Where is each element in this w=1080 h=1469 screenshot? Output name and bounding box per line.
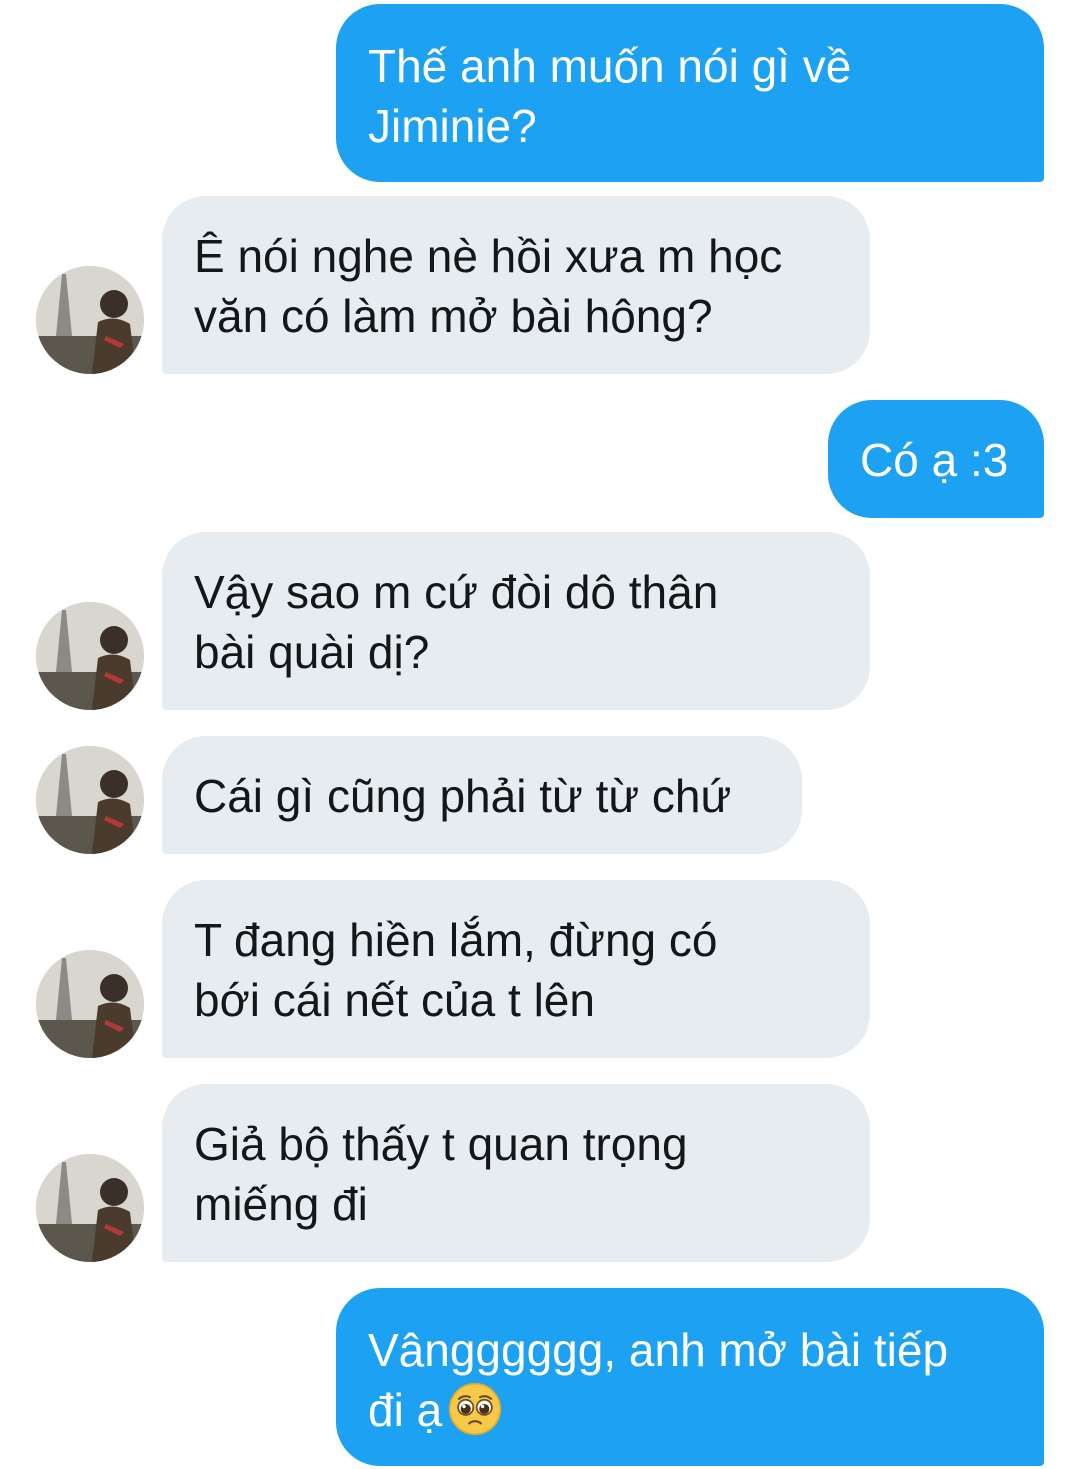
contact-avatar[interactable]: [36, 1154, 144, 1262]
message-line-with-emoji: đi ạ: [368, 1380, 1014, 1440]
message-line: miếng đi: [194, 1178, 368, 1230]
contact-avatar[interactable]: [36, 746, 144, 854]
avatar-photo-icon: [36, 746, 144, 854]
chat-thread: Thế anh muốn nói gì về Jiminie? Ê nói ng…: [0, 0, 1080, 1469]
message-line: Jiminie?: [368, 100, 537, 152]
contact-avatar[interactable]: [36, 950, 144, 1058]
message-line: Có ạ :3: [860, 434, 1009, 486]
sent-message-bubble[interactable]: Vângggggg, anh mở bài tiếp đi ạ: [336, 1288, 1044, 1466]
message-line: Cái gì cũng phải từ từ chứ: [194, 770, 732, 822]
message-line: Ê nói nghe nè hồi xưa m học: [194, 230, 783, 282]
pleading-face-emoji-icon: [449, 1382, 502, 1436]
avatar-photo-icon: [36, 266, 144, 374]
message-line: Vậy sao m cứ đòi dô thân: [194, 566, 719, 618]
message-line: Vângggggg, anh mở bài tiếp: [368, 1324, 949, 1376]
received-message-bubble[interactable]: Vậy sao m cứ đòi dô thân bài quài dị?: [162, 532, 870, 710]
message-line: bới cái nết của t lên: [194, 974, 595, 1026]
received-message-bubble[interactable]: T đang hiền lắm, đừng có bới cái nết của…: [162, 880, 870, 1058]
message-line: đi ạ: [368, 1384, 443, 1436]
contact-avatar[interactable]: [36, 266, 144, 374]
message-line: văn có làm mở bài hông?: [194, 290, 713, 342]
contact-avatar[interactable]: [36, 602, 144, 710]
message-line: Giả bộ thấy t quan trọng: [194, 1118, 688, 1170]
sent-message-bubble[interactable]: Thế anh muốn nói gì về Jiminie?: [336, 4, 1044, 182]
received-message-bubble[interactable]: Ê nói nghe nè hồi xưa m học văn có làm m…: [162, 196, 870, 374]
sent-message-bubble[interactable]: Có ạ :3: [828, 400, 1044, 518]
received-message-bubble[interactable]: Cái gì cũng phải từ từ chứ: [162, 736, 802, 854]
message-line: T đang hiền lắm, đừng có: [194, 914, 718, 966]
message-line: Thế anh muốn nói gì về: [368, 40, 852, 92]
avatar-photo-icon: [36, 1154, 144, 1262]
avatar-photo-icon: [36, 950, 144, 1058]
received-message-bubble[interactable]: Giả bộ thấy t quan trọng miếng đi: [162, 1084, 870, 1262]
message-line: bài quài dị?: [194, 626, 430, 678]
avatar-photo-icon: [36, 602, 144, 710]
